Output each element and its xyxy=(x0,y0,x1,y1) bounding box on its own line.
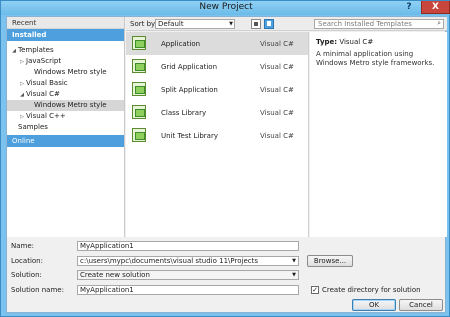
tree-item-templates[interactable]: ◢ Templates xyxy=(7,45,124,56)
list-view-button[interactable] xyxy=(251,19,261,29)
template-toolbar: Sort by: Default ▼ Search Installed Temp… xyxy=(126,17,447,31)
template-name: Split Application xyxy=(161,86,218,94)
template-detail-pane: Type: Visual C# A minimal application us… xyxy=(310,32,447,237)
csharp-unit-test-icon xyxy=(132,128,146,142)
tree-item-js-metro[interactable]: Windows Metro style xyxy=(7,67,124,78)
template-name: Unit Test Library xyxy=(161,132,218,140)
tree-item-label: Visual C# xyxy=(26,90,60,98)
csharp-class-library-icon xyxy=(132,105,146,119)
cancel-button[interactable]: Cancel xyxy=(399,299,443,311)
template-type: Type: Visual C# xyxy=(316,38,441,46)
template-name: Grid Application xyxy=(161,63,218,71)
type-label: Type: xyxy=(316,38,338,46)
template-item[interactable]: Split Application Visual C# xyxy=(126,78,308,101)
grid-icon xyxy=(254,22,258,26)
ok-button[interactable]: OK xyxy=(352,299,396,311)
template-list: Application Visual C# Grid Application V… xyxy=(126,32,309,237)
template-name: Class Library xyxy=(161,109,207,117)
tree-item-label: Visual C++ xyxy=(26,112,66,120)
solution-name-label: Solution name: xyxy=(11,286,64,294)
location-value: c:\users\mypc\documents\visual studio 11… xyxy=(80,257,258,265)
template-language: Visual C# xyxy=(260,63,294,71)
template-category-pane: Recent Installed ◢ Templates ▷ JavaScript … xyxy=(7,17,125,237)
search-placeholder: Search Installed Templates xyxy=(318,20,412,28)
template-item[interactable]: Class Library Visual C# xyxy=(126,101,308,124)
dialog-body: Recent Installed ◢ Templates ▷ JavaScript … xyxy=(6,16,447,313)
create-directory-checkbox[interactable]: ✓ xyxy=(311,286,319,294)
location-combo[interactable]: c:\users\mypc\documents\visual studio 11… xyxy=(77,256,299,266)
recent-section[interactable]: Recent xyxy=(7,17,124,29)
template-search-input[interactable]: Search Installed Templates ⌕ xyxy=(314,19,444,29)
solution-label: Solution: xyxy=(11,271,42,279)
tree-item-label: Visual Basic xyxy=(26,79,68,87)
list-icon xyxy=(267,21,271,26)
template-item[interactable]: Grid Application Visual C# xyxy=(126,55,308,78)
name-label: Name: xyxy=(11,242,35,250)
template-description: A minimal application using Windows Metr… xyxy=(316,50,435,67)
title-bar: New Project ? X xyxy=(1,1,450,15)
csharp-grid-app-icon xyxy=(132,59,146,73)
template-language: Visual C# xyxy=(260,86,294,94)
solution-value: Create new solution xyxy=(80,271,150,279)
tree-item-samples[interactable]: Samples xyxy=(7,122,124,133)
search-icon[interactable]: ⌕ xyxy=(437,19,441,27)
template-language: Visual C# xyxy=(260,40,294,48)
template-name: Application xyxy=(161,40,201,48)
solution-name-input[interactable]: MyApplication1 xyxy=(77,285,299,295)
type-value: Visual C# xyxy=(339,38,374,46)
chevron-down-icon[interactable]: ▼ xyxy=(292,257,296,265)
sort-by-label: Sort by: xyxy=(130,20,158,28)
tree-item-visual-basic[interactable]: ▷ Visual Basic xyxy=(7,78,124,89)
sort-by-value: Default xyxy=(158,20,184,28)
collapse-arrow-icon[interactable]: ▷ xyxy=(18,57,26,68)
chevron-down-icon: ▼ xyxy=(292,272,296,278)
csharp-split-app-icon xyxy=(132,82,146,96)
template-language: Visual C# xyxy=(260,132,294,140)
online-section[interactable]: Online xyxy=(7,135,124,147)
browse-button[interactable]: Browse... xyxy=(307,255,353,267)
installed-section[interactable]: Installed xyxy=(7,29,124,41)
solution-dropdown[interactable]: Create new solution ▼ xyxy=(77,270,299,280)
chevron-down-icon: ▼ xyxy=(229,21,233,27)
help-icon[interactable]: ? xyxy=(398,2,420,13)
tree-item-label: Windows Metro style xyxy=(34,101,107,109)
sort-by-dropdown[interactable]: Default ▼ xyxy=(155,19,235,29)
template-language: Visual C# xyxy=(260,109,294,117)
template-item[interactable]: Unit Test Library Visual C# xyxy=(126,124,308,147)
tree-item-label: Samples xyxy=(18,123,48,131)
tree-item-label: Templates xyxy=(18,46,54,54)
tree-item-visual-csharp[interactable]: ◢ Visual C# xyxy=(7,89,124,100)
tree-item-javascript[interactable]: ▷ JavaScript xyxy=(7,56,124,67)
template-tree: ◢ Templates ▷ JavaScript Windows Metro sty… xyxy=(7,41,124,133)
tree-item-csharp-metro[interactable]: Windows Metro style xyxy=(7,100,124,111)
window-title: New Project xyxy=(199,2,253,12)
new-project-dialog: New Project ? X Recent Installed ◢ Templa… xyxy=(0,0,450,317)
create-directory-label: Create directory for solution xyxy=(322,286,421,294)
project-name-input[interactable]: MyApplication1 xyxy=(77,241,299,251)
location-label: Location: xyxy=(11,257,43,265)
csharp-application-icon xyxy=(132,36,146,50)
template-item[interactable]: Application Visual C# xyxy=(126,32,308,55)
tree-item-label: Windows Metro style xyxy=(34,68,107,76)
expand-arrow-icon[interactable]: ◢ xyxy=(18,90,26,101)
tree-item-visual-cpp[interactable]: ▷ Visual C++ xyxy=(7,111,124,122)
close-button[interactable]: X xyxy=(421,1,450,14)
expand-arrow-icon[interactable]: ◢ xyxy=(10,46,18,57)
detail-view-button[interactable] xyxy=(264,19,274,29)
tree-item-label: JavaScript xyxy=(26,57,62,65)
